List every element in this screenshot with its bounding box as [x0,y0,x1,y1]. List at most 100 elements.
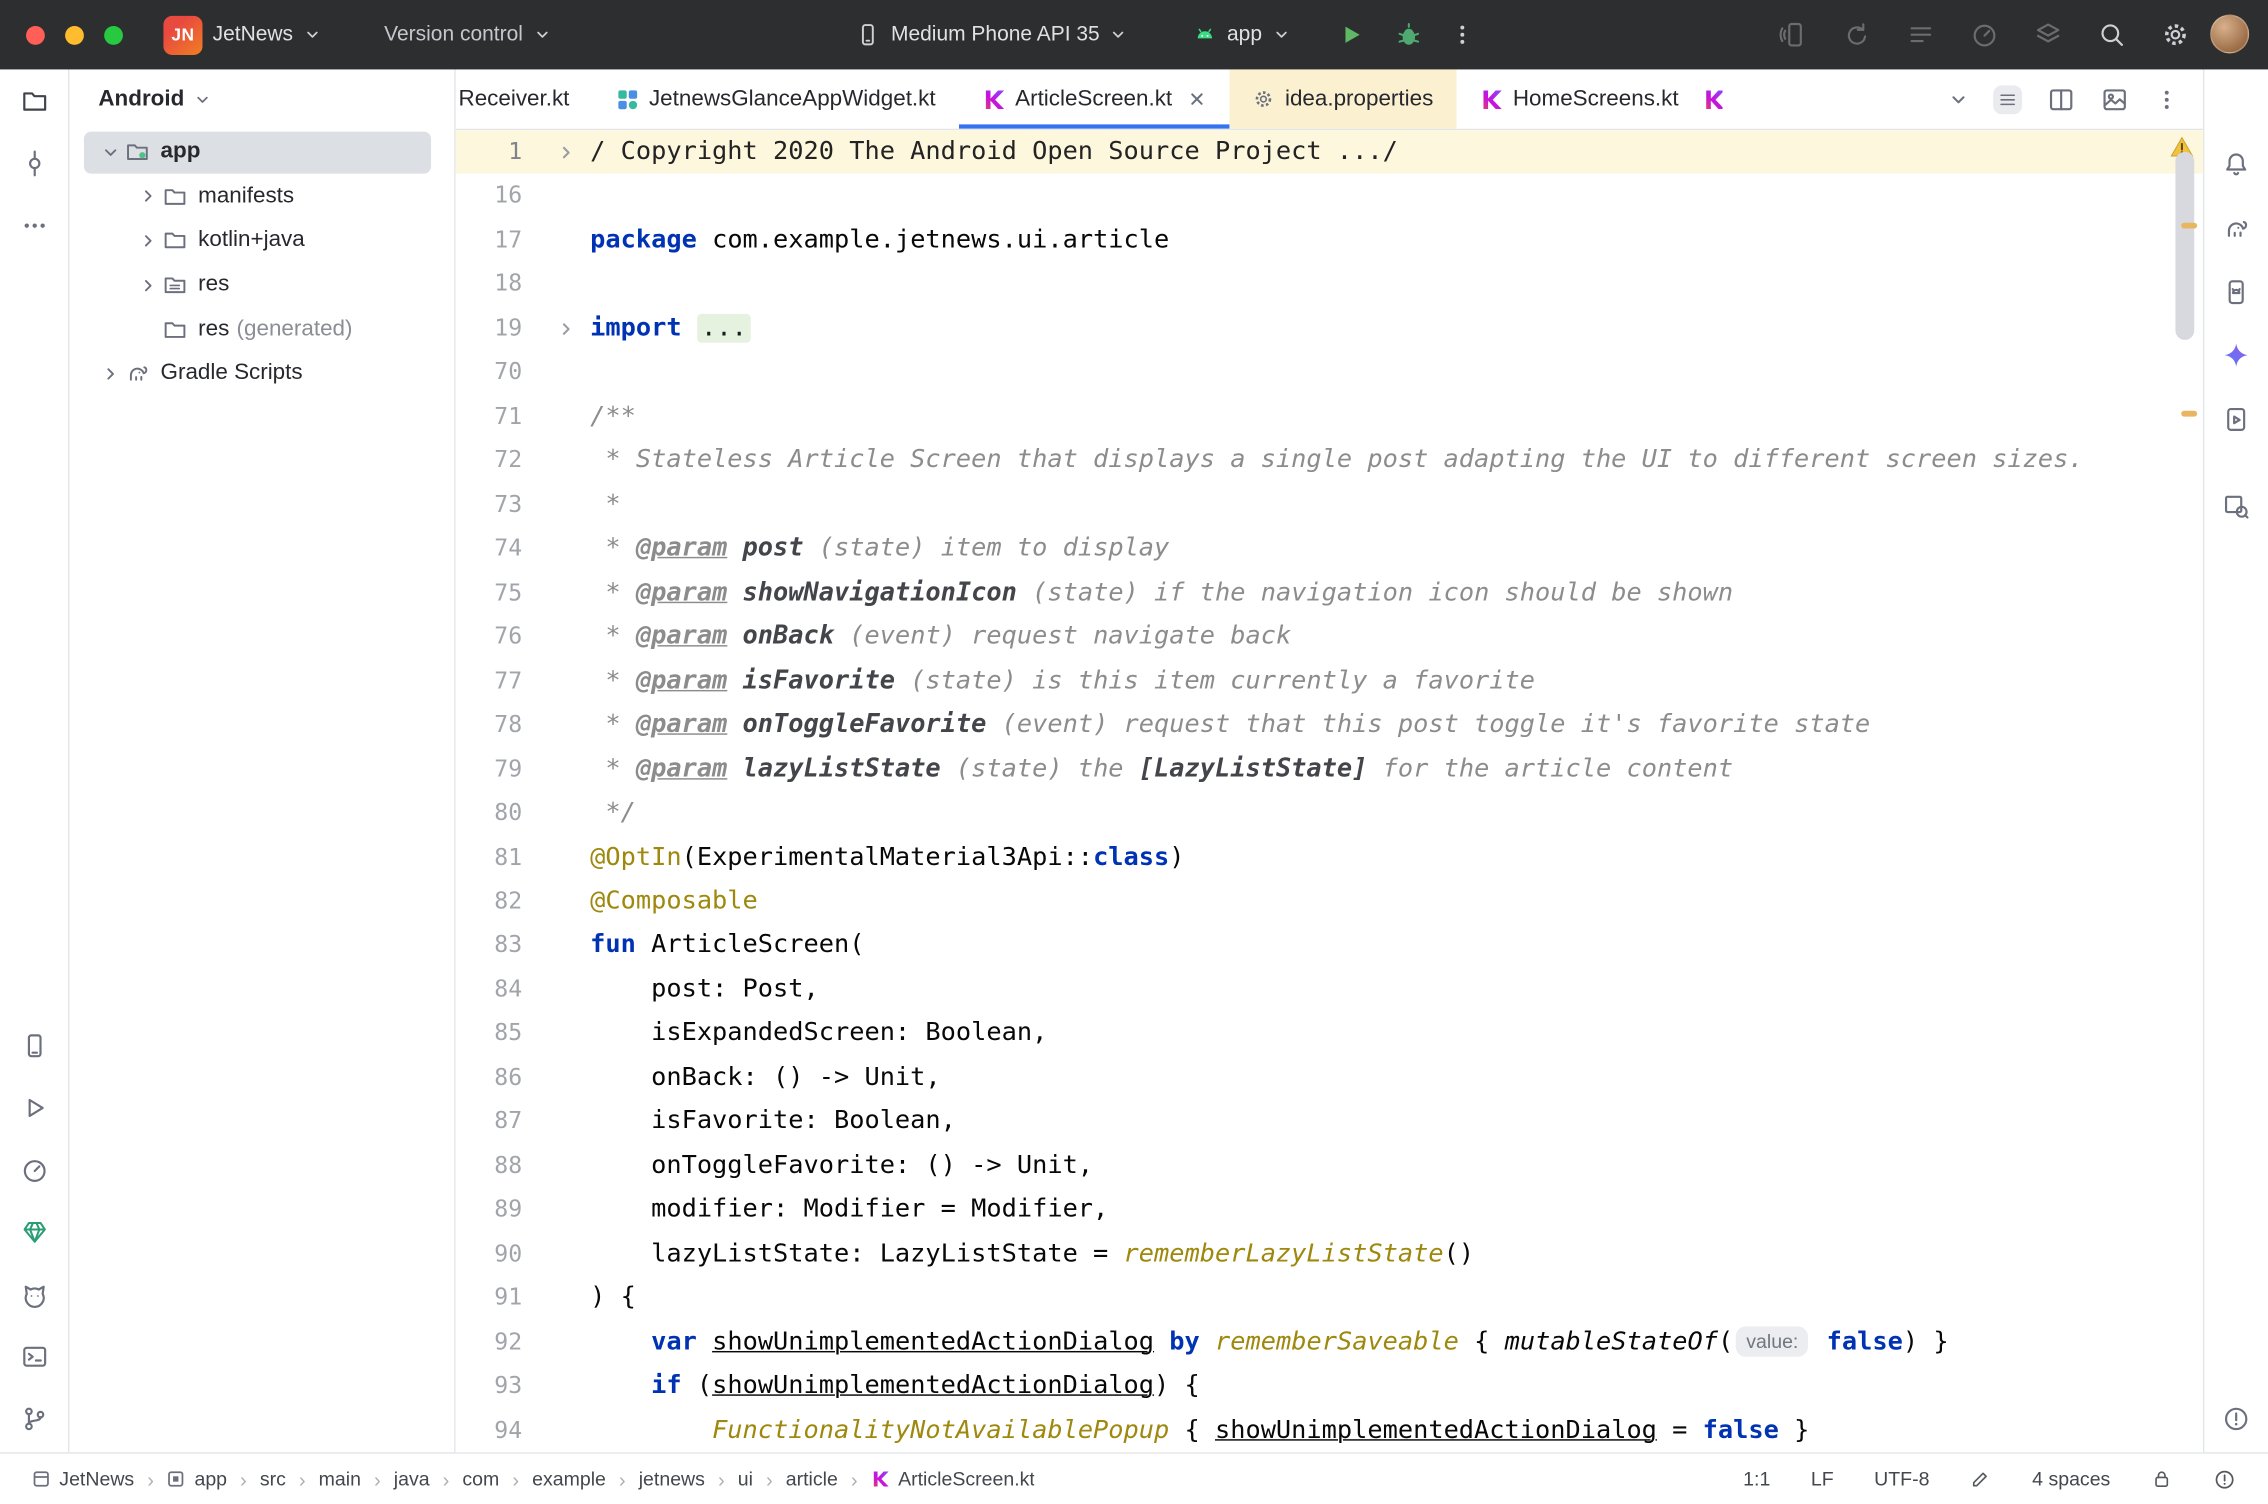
preview-button[interactable] [2100,85,2129,114]
tree-item-res[interactable]: res [69,263,454,307]
line-number[interactable]: 78 [456,703,523,747]
code-line-79[interactable]: 79 * @param lazyListState (state) the [L… [456,747,2203,791]
search-icon[interactable] [2097,20,2126,49]
logcat-lines-icon[interactable] [1906,20,1935,49]
code-line-71[interactable]: 71/** [456,395,2203,439]
more-actions-button[interactable] [1449,22,1475,48]
breadcrumb-item-java[interactable]: java [394,1468,430,1490]
code-line-88[interactable]: 88 onToggleFavorite: () -> Unit, [456,1144,2203,1188]
git-branch-icon[interactable] [20,1404,49,1433]
code-line-94[interactable]: 94 FunctionalityNotAvailablePopup { show… [456,1408,2203,1452]
app-insights-icon[interactable] [20,1218,49,1247]
editor-more-button[interactable] [2154,86,2180,112]
code-line-84[interactable]: 84 post: Post, [456,968,2203,1012]
fold-arrow-icon[interactable] [557,143,576,162]
line-number[interactable]: 17 [456,218,523,262]
tab-articlescreen-kt[interactable]: ArticleScreen.kt [959,69,1230,128]
sync-icon[interactable] [1843,20,1872,49]
code-line-18[interactable]: 18 [456,262,2203,306]
tab-clipped[interactable] [1702,69,1722,128]
line-number[interactable]: 93 [456,1364,523,1408]
pen-icon[interactable] [1970,1468,1992,1490]
terminal-icon[interactable] [20,1342,49,1371]
line-number[interactable]: 18 [456,262,523,306]
code-editor[interactable]: 1/ Copyright 2020 The Android Open Sourc… [456,130,2203,1452]
line-number[interactable]: 87 [456,1100,523,1144]
line-number[interactable]: 90 [456,1232,523,1276]
line-number[interactable]: 75 [456,571,523,615]
breadcrumb-item-articlescreen-kt[interactable]: ArticleScreen.kt [871,1468,1035,1490]
line-number[interactable]: 91 [456,1276,523,1320]
project-widget[interactable]: JN JetNews [155,10,329,59]
line-number[interactable]: 71 [456,395,523,439]
breadcrumb-item-article[interactable]: article [786,1468,838,1490]
code-line-87[interactable]: 87 isFavorite: Boolean, [456,1100,2203,1144]
code-line-74[interactable]: 74 * @param post (state) item to display [456,527,2203,571]
breadcrumb-item-main[interactable]: main [319,1468,361,1490]
code-line-19[interactable]: 19import ... [456,306,2203,350]
tab-list-dropdown[interactable] [1948,89,1968,109]
code-line-82[interactable]: 82@Composable [456,879,2203,923]
tree-item-gradle-scripts[interactable]: Gradle Scripts [69,351,454,395]
line-number[interactable]: 94 [456,1408,523,1452]
line-number[interactable]: 72 [456,439,523,483]
line-number[interactable]: 74 [456,527,523,571]
debug-button[interactable] [1394,20,1423,49]
tree-item-res[interactable]: res(generated) [69,307,454,351]
line-number[interactable]: 89 [456,1188,523,1232]
editor-layout-button[interactable] [1993,85,2022,114]
code-line-80[interactable]: 80 */ [456,791,2203,835]
tree-item-kotlin-java[interactable]: kotlin+java [69,219,454,263]
code-line-17[interactable]: 17package com.example.jetnews.ui.article [456,218,2203,262]
code-line-86[interactable]: 86 onBack: () -> Unit, [456,1056,2203,1100]
line-separator-widget[interactable]: LF [1811,1468,1834,1490]
indent-widget[interactable]: 4 spaces [2032,1468,2110,1490]
line-number[interactable]: 85 [456,1012,523,1056]
breadcrumb-item-src[interactable]: src [260,1468,286,1490]
code-line-90[interactable]: 90 lazyListState: LazyListState = rememb… [456,1232,2203,1276]
line-number[interactable]: 16 [456,174,523,218]
line-number[interactable]: 82 [456,879,523,923]
line-number[interactable]: 86 [456,1056,523,1100]
line-number[interactable]: 80 [456,791,523,835]
project-folder-icon[interactable] [20,87,49,116]
run-tool-icon[interactable] [20,1094,49,1123]
layout-inspector-icon[interactable] [2222,492,2251,521]
code-line-91[interactable]: 91) { [456,1276,2203,1320]
tree-item-app[interactable]: app [69,130,454,174]
warning-stripe-mark[interactable] [2181,223,2197,229]
breadcrumb-item-app[interactable]: app [167,1468,227,1490]
code-line-93[interactable]: 93 if (showUnimplementedActionDialog) { [456,1364,2203,1408]
line-number[interactable]: 76 [456,615,523,659]
tab-receiver-kt[interactable]: Receiver.kt [456,69,593,128]
window-zoom-button[interactable] [104,25,123,44]
device-manager-icon[interactable] [2222,278,2251,307]
code-line-73[interactable]: 73 * [456,483,2203,527]
device-mirroring-icon[interactable] [1779,20,1808,49]
split-editor-button[interactable] [2047,85,2076,114]
code-line-81[interactable]: 81@OptIn(ExperimentalMaterial3Api::class… [456,835,2203,879]
code-line-85[interactable]: 85 isExpandedScreen: Boolean, [456,1012,2203,1056]
code-line-78[interactable]: 78 * @param onToggleFavorite (event) req… [456,703,2203,747]
project-view-header[interactable]: Android [69,69,454,130]
profiler-gauge-icon[interactable] [20,1156,49,1185]
code-line-72[interactable]: 72 * Stateless Article Screen that displ… [456,439,2203,483]
layers-icon[interactable] [2034,20,2063,49]
device-explorer-icon[interactable] [20,1031,49,1060]
problems-icon[interactable] [2222,1404,2251,1433]
line-number[interactable]: 81 [456,835,523,879]
settings-gear-icon[interactable] [2161,20,2190,49]
fold-arrow-icon[interactable] [557,319,576,338]
chevron-right-icon[interactable] [101,364,120,383]
encoding-widget[interactable]: UTF-8 [1874,1468,1929,1490]
line-number[interactable]: 84 [456,968,523,1012]
warning-stripe-mark[interactable] [2181,411,2197,417]
code-line-1[interactable]: 1/ Copyright 2020 The Android Open Sourc… [456,130,2203,174]
profiler-gauge-icon[interactable] [1970,20,1999,49]
window-minimize-button[interactable] [65,25,84,44]
project-view-selector[interactable]: Android [98,87,184,113]
chevron-right-icon[interactable] [138,276,157,295]
user-avatar[interactable] [2210,14,2249,53]
gradle-icon[interactable] [2222,214,2251,243]
breadcrumb-item-jetnews[interactable]: jetnews [639,1468,705,1490]
